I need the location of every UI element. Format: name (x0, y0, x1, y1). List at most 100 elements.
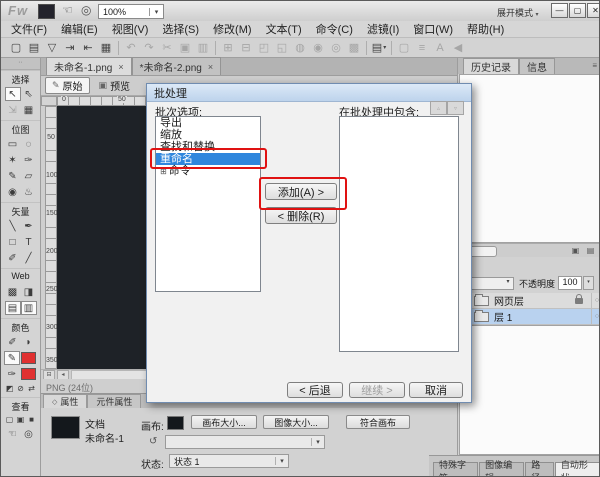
export-icon[interactable]: ⇤ (79, 40, 97, 55)
tab-symbol-properties[interactable]: 元件属性 (87, 394, 141, 408)
image-size-button[interactable]: 图像大小... (263, 415, 329, 429)
freeform-tool-icon[interactable]: ✐ (5, 251, 21, 265)
no-color-icon[interactable]: ⊘ (15, 383, 26, 394)
menu-edit[interactable]: 编辑(E) (54, 21, 105, 37)
menu-file[interactable]: 文件(F) (4, 21, 54, 37)
full-screen-menus-icon[interactable]: ▣ (15, 414, 26, 425)
standard-screen-icon[interactable]: ▢ (4, 414, 15, 425)
tab-image-editing[interactable]: 图像编辑 (479, 462, 524, 477)
opacity-value[interactable]: 100 (558, 276, 582, 290)
crop-tool-icon[interactable]: ▦ (21, 103, 37, 117)
knife-tool-icon[interactable]: ╱ (21, 251, 37, 265)
scale-tool-icon[interactable]: ⇲ (5, 103, 21, 117)
save-steps-icon[interactable]: ▤ (585, 246, 596, 256)
dialog-title-bar[interactable]: 批处理 (147, 84, 471, 102)
state-dropdown[interactable]: 状态 1 ▾ (169, 454, 289, 468)
remove-button[interactable]: < 删除(R) (265, 207, 337, 224)
pencil-tool-icon[interactable]: ✎ (5, 169, 21, 183)
blur-tool-icon[interactable]: ◉ (5, 185, 21, 199)
batch-options-list[interactable]: 导出 缩放 查找和替换 重命名 ⊞命令 (155, 116, 261, 292)
add-button[interactable]: 添加(A) > (265, 183, 337, 200)
lasso-tool-icon[interactable]: ◌ (21, 137, 37, 151)
copy-steps-icon[interactable]: ▣ (570, 246, 581, 256)
chevron-down-icon[interactable]: ▾ (149, 8, 163, 16)
scrollbar-minimize-icon[interactable]: ⊟ (43, 370, 55, 380)
tab-auto-shapes[interactable]: 自动形状 (555, 462, 600, 477)
import-icon[interactable]: ⇥ (61, 40, 79, 55)
line-tool-icon[interactable]: ╲ (5, 219, 21, 233)
eraser-tool-icon[interactable]: ▱ (21, 169, 37, 183)
option-find-replace[interactable]: 查找和替换 (156, 141, 260, 153)
original-view-button[interactable]: ✎ 原始 (45, 77, 90, 94)
collapse-diamond-icon[interactable]: ◇ (52, 398, 57, 406)
slice-tool-icon[interactable]: ▤ (5, 301, 21, 315)
subselection-tool-icon[interactable]: ⇖ (21, 87, 37, 101)
default-colors-icon[interactable]: ◩ (4, 383, 15, 394)
close-tab-icon[interactable]: × (208, 62, 213, 72)
marquee-tool-icon[interactable]: ▭ (5, 137, 21, 151)
expand-mode-menu[interactable]: 展开模式 ▾ (497, 6, 539, 19)
canvas-size-button[interactable]: 画布大小... (191, 415, 257, 429)
option-scale[interactable]: 缩放 (156, 129, 260, 141)
menu-text[interactable]: 文本(T) (259, 21, 309, 37)
menu-modify[interactable]: 修改(M) (206, 21, 259, 37)
zoom-level-combo[interactable]: 100% ▾ (98, 4, 164, 19)
cancel-button[interactable]: 取消 (409, 382, 463, 398)
print-icon[interactable]: ▦ (97, 40, 115, 55)
open-icon[interactable]: ▽ (43, 40, 61, 55)
tab-history[interactable]: 历史记录 (463, 58, 519, 74)
tab-properties[interactable]: ◇ 属性 (43, 394, 87, 408)
history-list[interactable] (459, 74, 600, 243)
zoom-tool-icon[interactable]: ◎ (21, 427, 37, 441)
animation-dropdown[interactable]: ▾ (165, 435, 325, 449)
fill-brush-icon[interactable]: ✑ (4, 367, 20, 381)
swap-colors-icon[interactable]: ⇄ (26, 383, 37, 394)
layer-row-layer-1[interactable]: ▼ 层 1 ○ (458, 309, 600, 325)
layer-row-web-layer[interactable]: ▼ 网页层 ○ (458, 293, 600, 309)
magic-wand-tool-icon[interactable]: ✶ (5, 153, 21, 167)
stroke-color-swatch[interactable] (21, 352, 36, 364)
hotspot-tool-icon[interactable]: ▩ (5, 285, 21, 299)
polygon-hotspot-tool-icon[interactable]: ◨ (21, 285, 37, 299)
menu-window[interactable]: 窗口(W) (406, 21, 460, 37)
fill-color-swatch[interactable] (21, 368, 36, 380)
pen-tool-icon[interactable]: ✒ (21, 219, 37, 233)
menu-view[interactable]: 视图(V) (105, 21, 156, 37)
panel-menu-icon[interactable]: ≡ (592, 61, 597, 70)
canvas-color-swatch[interactable] (167, 416, 184, 430)
opacity-stepper-icon[interactable]: ▾ (583, 276, 594, 290)
full-screen-icon[interactable]: ■ (26, 414, 37, 425)
magnifier-icon-top[interactable]: ◎ (81, 4, 91, 17)
tab-info[interactable]: 信息 (519, 58, 555, 74)
tab-special-characters[interactable]: 特殊字符 (433, 462, 478, 477)
rectangle-tool-icon[interactable]: □ (5, 235, 21, 249)
style-combo-icon[interactable]: ▤▾ (370, 40, 388, 55)
layer-name[interactable]: 层 1 (494, 309, 591, 324)
brush-tool-icon[interactable]: ✑ (21, 153, 37, 167)
hand-tool-icon[interactable]: ☜ (5, 427, 21, 441)
scroll-left-icon[interactable]: ◂ (57, 370, 69, 380)
paint-bucket-tool-icon[interactable]: ◗ (21, 335, 37, 349)
fit-canvas-button[interactable]: 符合画布 (346, 415, 410, 429)
menu-select[interactable]: 选择(S) (155, 21, 206, 37)
menu-filters[interactable]: 滤镜(I) (360, 21, 406, 37)
close-button[interactable]: ✕ (587, 3, 600, 18)
tools-panel-header[interactable]: ·· (1, 58, 40, 70)
rubber-stamp-tool-icon[interactable]: ♨ (21, 185, 37, 199)
expander-plus-icon[interactable]: ⊞ (160, 167, 167, 176)
stroke-pencil-icon[interactable]: ✎ (4, 351, 20, 365)
layer-name[interactable]: 网页层 (494, 293, 575, 308)
option-export[interactable]: 导出 (156, 117, 260, 129)
pointer-tool-icon[interactable]: ↖ (5, 87, 21, 101)
preview-view-button[interactable]: ▣ 预览 (93, 78, 137, 93)
new-document-icon[interactable]: ▢ (7, 40, 25, 55)
back-button[interactable]: < 后退 (287, 382, 343, 398)
canvas[interactable] (57, 106, 147, 369)
polygon-slice-tool-icon[interactable]: ▥ (21, 301, 37, 315)
save-icon[interactable]: ▤ (25, 40, 43, 55)
menu-commands[interactable]: 命令(C) (309, 21, 360, 37)
hand-tool-icon-top[interactable]: ☜ (62, 4, 73, 17)
lock-icon[interactable] (575, 298, 583, 304)
tab-untitled-2[interactable]: *未命名-2.png × (132, 57, 222, 75)
tab-untitled-1[interactable]: 未命名-1.png × (46, 57, 132, 75)
